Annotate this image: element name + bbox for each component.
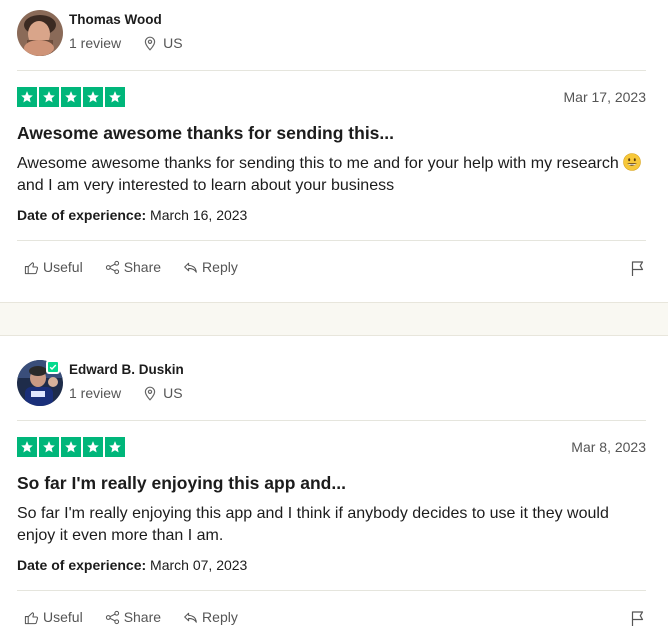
- doe-label: Date of experience:: [17, 557, 147, 573]
- review-count: 1 review: [69, 385, 122, 401]
- date-of-experience: Date of experience: March 07, 2023: [17, 557, 247, 573]
- reviewer-country: US: [163, 385, 183, 401]
- review-title[interactable]: So far I'm really enjoying this app and.…: [17, 473, 346, 494]
- doe-value: March 16, 2023: [146, 207, 248, 223]
- star-icon: [61, 87, 81, 107]
- share-button[interactable]: Share: [105, 259, 161, 275]
- reply-icon: [184, 262, 197, 273]
- reviewer-name[interactable]: Thomas Wood: [69, 12, 162, 27]
- useful-button[interactable]: Useful: [24, 609, 83, 625]
- star-icon: [17, 87, 37, 107]
- review-body: Awesome awesome thanks for sending this …: [17, 153, 647, 197]
- reviewer-name[interactable]: Edward B. Duskin: [69, 362, 184, 377]
- divider: [17, 240, 646, 241]
- divider: [17, 420, 646, 421]
- star-icon: [39, 87, 59, 107]
- location-pin-icon: [143, 36, 157, 51]
- star-rating: [17, 437, 125, 457]
- doe-value: March 07, 2023: [146, 557, 248, 573]
- reply-button[interactable]: Reply: [183, 259, 238, 275]
- star-icon: [17, 437, 37, 457]
- divider: [17, 590, 646, 591]
- reviewer-meta: 1 review US: [69, 385, 183, 401]
- reply-label: Reply: [202, 259, 238, 275]
- review-body: So far I'm really enjoying this app and …: [17, 505, 609, 544]
- reply-icon: [184, 612, 197, 623]
- review-actions: Useful Share Reply: [24, 259, 260, 275]
- review-date: Mar 8, 2023: [571, 439, 646, 455]
- star-icon: [105, 437, 125, 457]
- reviewer-avatar[interactable]: [17, 10, 63, 56]
- report-flag-icon[interactable]: [630, 610, 646, 632]
- review-actions: Useful Share Reply: [24, 609, 260, 625]
- review-count: 1 review: [69, 35, 122, 51]
- star-icon: [83, 437, 103, 457]
- review-title[interactable]: Awesome awesome thanks for sending this.…: [17, 123, 394, 144]
- star-icon: [105, 87, 125, 107]
- useful-label: Useful: [43, 609, 83, 625]
- reviewer-country: US: [163, 35, 183, 51]
- share-icon: [105, 610, 119, 624]
- report-flag-icon[interactable]: [630, 260, 646, 282]
- location-pin-icon: [143, 386, 157, 401]
- star-icon: [61, 437, 81, 457]
- date-of-experience: Date of experience: March 16, 2023: [17, 207, 247, 223]
- review-card: Thomas Wood 1 review US Mar 17, 2023 Awe…: [0, 0, 668, 302]
- share-button[interactable]: Share: [105, 609, 161, 625]
- star-rating: [17, 87, 125, 107]
- doe-label: Date of experience:: [17, 207, 147, 223]
- reply-button[interactable]: Reply: [183, 609, 238, 625]
- star-icon: [39, 437, 59, 457]
- star-icon: [83, 87, 103, 107]
- review-card: Edward B. Duskin 1 review US Mar 8, 2023…: [0, 336, 668, 635]
- share-icon: [105, 260, 119, 274]
- review-separator: [0, 302, 668, 336]
- share-label: Share: [123, 609, 162, 625]
- thumbs-up-icon: [24, 261, 39, 274]
- share-label: Share: [123, 259, 162, 275]
- review-date: Mar 17, 2023: [563, 89, 647, 105]
- review-body-text: Awesome awesome thanks for sending this …: [17, 155, 619, 172]
- verified-badge-icon: [46, 360, 60, 374]
- useful-button[interactable]: Useful: [24, 259, 83, 275]
- reviewer-meta: 1 review US: [69, 35, 183, 51]
- grinning-face-emoji-icon: [623, 153, 642, 171]
- review-body-text-continued: and I am very interested to learn about …: [17, 177, 395, 194]
- useful-label: Useful: [43, 259, 83, 275]
- reply-label: Reply: [202, 609, 238, 625]
- divider: [17, 70, 646, 71]
- thumbs-up-icon: [24, 611, 39, 624]
